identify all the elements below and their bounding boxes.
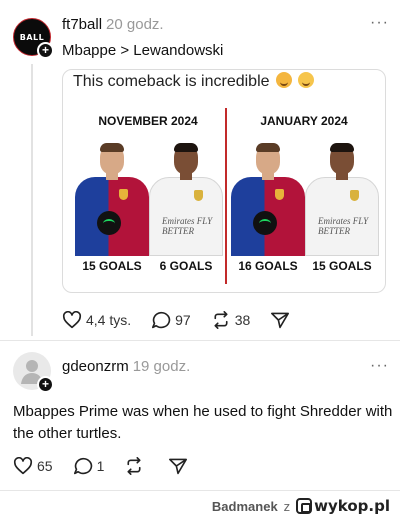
repost-button[interactable] <box>124 457 148 475</box>
share-button[interactable] <box>168 457 192 475</box>
goals-left: 16 GOALS <box>238 259 298 273</box>
player-hair <box>174 143 198 152</box>
comment-button[interactable]: 97 <box>151 311 191 329</box>
heart-icon <box>13 457 33 475</box>
hot-face-emoji-icon <box>275 72 292 88</box>
goals-left: 15 GOALS <box>82 259 142 273</box>
panel-divider <box>225 108 227 284</box>
post-header: ft7ball 20 godz. <box>62 16 164 33</box>
barca-shirt <box>75 177 149 256</box>
player-hair <box>256 143 280 152</box>
comment-icon <box>73 457 92 475</box>
avatar-logo-text: BALL <box>19 32 45 42</box>
quoted-post-card[interactable]: This comeback is incredible NOVEMBER 202… <box>62 69 386 293</box>
repost-icon <box>214 311 228 329</box>
player-lewandowski <box>231 143 305 256</box>
avatar-gdeonzrm[interactable]: + <box>13 352 54 393</box>
player-hair <box>100 143 124 152</box>
panel-title: NOVEMBER 2024 <box>98 114 198 128</box>
username[interactable]: gdeonzrm <box>62 358 129 375</box>
site-brand[interactable]: wykop.pl <box>296 497 390 515</box>
post-header: gdeonzrm 19 godz. <box>62 358 190 375</box>
sponsor-text: Emirates FLY BETTER <box>318 216 369 236</box>
post-separator <box>0 490 400 491</box>
footer-separator: z <box>283 498 291 514</box>
spotify-logo-icon <box>253 211 277 235</box>
thread-line <box>31 64 33 336</box>
quoted-text-content: This comeback is incredible <box>73 73 270 90</box>
site-name: wykop.pl <box>314 497 390 515</box>
madrid-shirt: Emirates FLY BETTER <box>149 177 223 256</box>
player-mbappe: Emirates FLY BETTER <box>149 143 223 256</box>
repost-icon <box>127 457 141 475</box>
fcb-crest-icon <box>119 189 128 200</box>
post-time: 20 godz. <box>106 16 164 33</box>
like-button[interactable]: 4,4 tys. <box>62 311 131 329</box>
goals-right: 15 GOALS <box>312 259 372 273</box>
avatar-ft7ball[interactable]: BALL + <box>13 18 54 59</box>
comparison-image[interactable]: NOVEMBER 2024 Emirates FLY BETTER 15 GOA… <box>73 108 379 284</box>
source-footer: Badmanek z wykop.pl <box>212 496 390 516</box>
like-count: 4,4 tys. <box>86 312 132 328</box>
post-text-line: Mbappes Prime was when he used to fight … <box>13 403 393 420</box>
comment-icon <box>152 311 171 329</box>
send-icon <box>169 458 188 475</box>
barca-shirt <box>231 177 305 256</box>
repost-button[interactable]: 38 <box>211 311 251 329</box>
post-text: Mbappe > Lewandowski <box>62 42 224 59</box>
follow-plus-icon[interactable]: + <box>37 42 54 59</box>
follow-plus-icon[interactable]: + <box>37 376 54 393</box>
rm-crest-icon <box>194 190 203 201</box>
player-lewandowski <box>75 143 149 256</box>
panel-title: JANUARY 2024 <box>260 114 348 128</box>
spotify-logo-icon <box>97 211 121 235</box>
panel-november: NOVEMBER 2024 Emirates FLY BETTER 15 GOA… <box>73 108 223 284</box>
post-text: Mbappes Prime was when he used to fight … <box>13 401 393 445</box>
rm-crest-icon <box>350 190 359 201</box>
player-hair <box>330 143 354 152</box>
relieved-face-emoji-icon <box>298 72 315 88</box>
post-ft7ball: BALL + ft7ball 20 godz. ··· Mbappe > Lewa… <box>0 0 400 340</box>
repost-count: 38 <box>234 312 251 328</box>
post-actions: 4,4 tys. 97 38 <box>62 311 314 329</box>
madrid-shirt: Emirates FLY BETTER <box>305 177 379 256</box>
send-icon <box>271 312 290 329</box>
heart-icon <box>62 311 82 329</box>
post-gdeonzrm: + gdeonzrm 19 godz. ··· Mbappes Prime was… <box>0 341 400 491</box>
comment-count: 97 <box>175 312 191 328</box>
panel-january: JANUARY 2024 Emirates FLY BETTER 16 GOAL… <box>229 108 379 284</box>
more-options-icon[interactable]: ··· <box>370 14 389 32</box>
more-options-icon[interactable]: ··· <box>370 357 389 375</box>
share-button[interactable] <box>270 311 294 329</box>
comment-count: 1 <box>96 458 105 474</box>
post-text-line: the other turtles. <box>13 425 122 442</box>
like-button[interactable]: 65 <box>13 457 53 475</box>
quoted-post-text: This comeback is incredible <box>73 72 315 91</box>
like-count: 65 <box>37 458 53 474</box>
comment-button[interactable]: 1 <box>73 457 105 475</box>
post-actions: 65 1 <box>13 457 212 475</box>
fcb-crest-icon <box>275 189 284 200</box>
author-name[interactable]: Badmanek <box>212 499 278 514</box>
sponsor-text: Emirates FLY BETTER <box>162 216 213 236</box>
goals-right: 6 GOALS <box>159 259 213 273</box>
post-time: 19 godz. <box>132 358 191 375</box>
player-mbappe: Emirates FLY BETTER <box>305 143 379 256</box>
wykop-logo-icon <box>296 498 313 514</box>
username[interactable]: ft7ball <box>62 16 102 33</box>
